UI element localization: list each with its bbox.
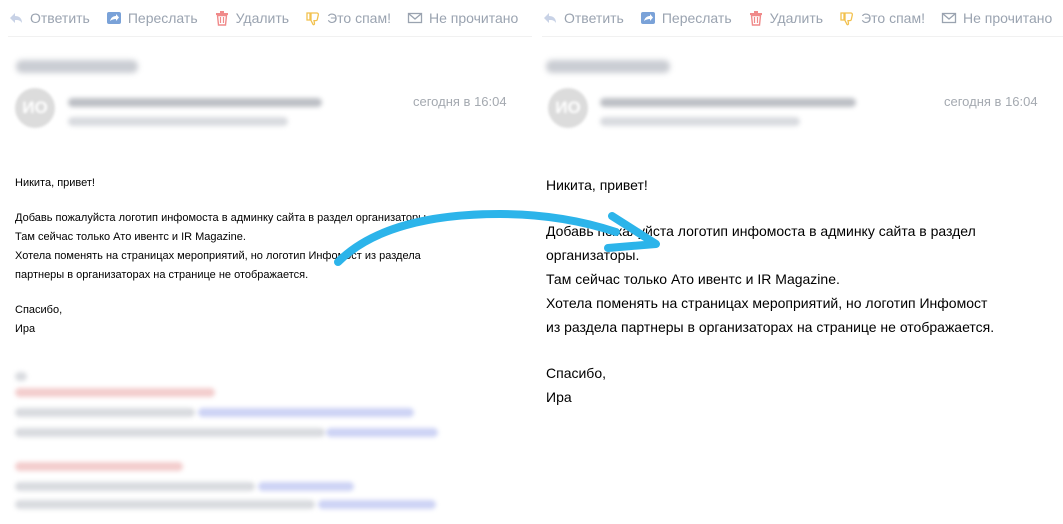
unread-label: Не прочитано (428, 10, 519, 26)
body-line: из раздела партнеры в организаторах на с… (546, 319, 995, 335)
delete-label: Удалить (235, 10, 290, 26)
message-toolbar: Ответить Переслать Удалить Это спам! Не … (8, 0, 532, 37)
trash-icon (214, 10, 230, 26)
body-line: Хотела поменять на страницах мероприятий… (15, 250, 421, 262)
signature: Ира (546, 389, 572, 405)
thumbs-down-icon (305, 10, 321, 26)
spam-button[interactable]: Это спам! (305, 0, 391, 36)
message-date: сегодня в 16:04 (944, 94, 1038, 109)
delete-button[interactable]: Удалить (214, 0, 289, 36)
body-line: организаторы. (546, 247, 640, 263)
unread-label: Не прочитано (962, 10, 1053, 26)
forward-icon (106, 10, 122, 26)
sender-blurred (68, 98, 322, 107)
body-line: Добавь пожалуйста логотип инфомоста в ад… (15, 212, 430, 224)
message-pane-right: Ответить Переслать Удалить Это спам! Не … (532, 0, 1063, 524)
delete-button[interactable]: Удалить (748, 0, 823, 36)
subject-blurred (546, 60, 670, 73)
reply-button[interactable]: Ответить (542, 0, 624, 36)
forward-button[interactable]: Переслать (106, 0, 198, 36)
reply-icon (8, 10, 24, 26)
envelope-icon (941, 10, 957, 26)
recipient-blurred (68, 117, 288, 126)
unread-button[interactable]: Не прочитано (941, 0, 1052, 36)
envelope-icon (407, 10, 423, 26)
unread-button[interactable]: Не прочитано (407, 0, 518, 36)
message-date: сегодня в 16:04 (413, 94, 507, 109)
message-body: Никита, привет! Добавь пожалуйста логоти… (546, 173, 994, 409)
body-line: Там сейчас только Ато ивентс и IR Magazi… (546, 271, 840, 287)
reply-icon (542, 10, 558, 26)
message-pane-left: Ответить Переслать Удалить Это спам! Не … (0, 0, 532, 524)
forward-button[interactable]: Переслать (640, 0, 732, 36)
body-line: Хотела поменять на страницах мероприятий… (546, 295, 988, 311)
reply-label: Ответить (30, 10, 90, 26)
forward-label: Переслать (127, 10, 198, 26)
thumbs-down-icon (839, 10, 855, 26)
message-toolbar: Ответить Переслать Удалить Это спам! Не … (542, 0, 1063, 37)
greeting: Никита, привет! (546, 177, 648, 193)
subject-blurred (16, 60, 138, 73)
avatar: ИО (548, 88, 588, 128)
reply-button[interactable]: Ответить (8, 0, 90, 36)
body-line: Там сейчас только Ато ивентс и IR Magazi… (15, 231, 246, 243)
body-line: Добавь пожалуйста логотип инфомоста в ад… (546, 223, 976, 239)
trash-icon (748, 10, 764, 26)
body-line: партнеры в организаторах на странице не … (15, 269, 309, 281)
spam-label: Это спам! (861, 10, 925, 26)
spam-label: Это спам! (327, 10, 391, 26)
delete-label: Удалить (769, 10, 824, 26)
greeting: Никита, привет! (15, 177, 95, 189)
thanks: Спасибо, (15, 304, 63, 316)
forward-icon (640, 10, 656, 26)
reply-label: Ответить (564, 10, 624, 26)
avatar: ИО (15, 88, 55, 128)
thanks: Спасибо, (546, 365, 606, 381)
signature: Ира (15, 323, 36, 335)
forward-label: Переслать (661, 10, 732, 26)
recipient-blurred (600, 117, 800, 126)
message-body: Никита, привет! Добавь пожалуйста логоти… (15, 174, 429, 339)
sender-blurred (600, 98, 856, 107)
spam-button[interactable]: Это спам! (839, 0, 925, 36)
